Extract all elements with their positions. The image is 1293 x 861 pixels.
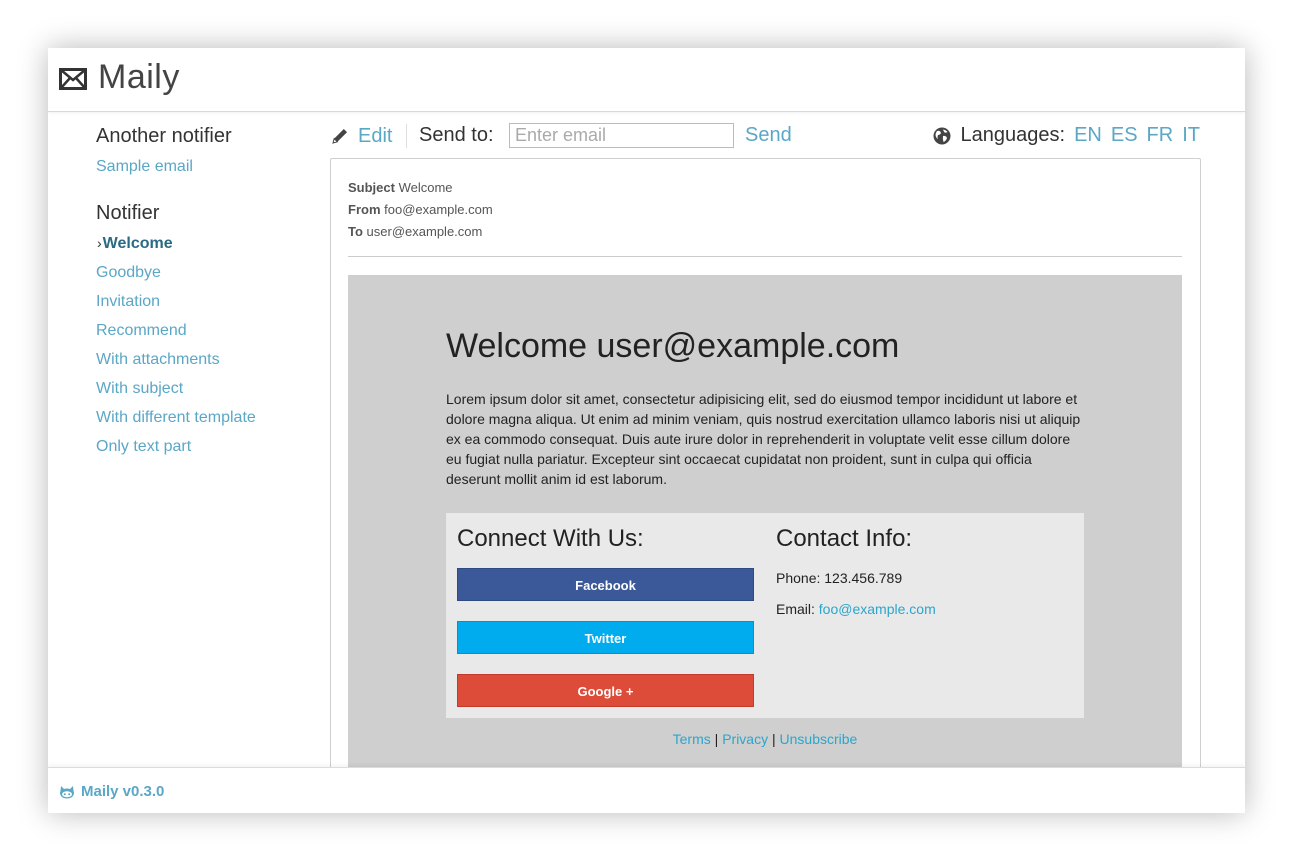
email-preview: Subject Welcome From foo@example.com To … — [330, 158, 1201, 813]
twitter-button[interactable]: Twitter — [457, 621, 754, 654]
pencil-icon — [332, 129, 347, 144]
contact-title: Contact Info: — [776, 525, 913, 552]
notifier-group: Notifier ›Welcome Goodbye Invitation Rec… — [96, 199, 326, 461]
email-footer: Terms | Privacy | Unsubscribe — [348, 731, 1182, 747]
sidebar-item-label: Welcome — [102, 235, 173, 252]
nav-list: Sample email — [96, 152, 326, 181]
chevron-right-icon: › — [97, 235, 102, 251]
email-body-text: Lorem ipsum dolor sit amet, consectetur … — [446, 391, 1081, 487]
group-title: Notifier — [96, 202, 160, 224]
language-switcher: Languages: EN ES FR IT — [932, 124, 1200, 147]
facebook-button[interactable]: Facebook — [457, 568, 754, 601]
google-plus-button[interactable]: Google + — [457, 674, 754, 707]
sidebar-item-welcome[interactable]: ›Welcome — [96, 229, 326, 258]
globe-icon — [933, 127, 951, 144]
unsubscribe-link[interactable]: Unsubscribe — [780, 731, 858, 747]
contact-email-link[interactable]: foo@example.com — [819, 601, 936, 617]
app-window: Maily Another notifier Sample email Noti… — [48, 48, 1245, 813]
sidebar-item-with-attachments[interactable]: With attachments — [96, 345, 326, 374]
app-header: Maily — [48, 48, 1245, 112]
app-logo-text[interactable]: Maily — [98, 58, 180, 97]
email-heading: Welcome user@example.com — [446, 327, 900, 365]
sidebar-item-invitation[interactable]: Invitation — [96, 287, 326, 316]
sidebar-item-sample-email[interactable]: Sample email — [96, 152, 326, 181]
toolbar: Edit Send to: Send Languages: EN ES FR I… — [330, 120, 1200, 152]
language-es[interactable]: ES — [1111, 124, 1138, 147]
footer-separator: | — [714, 731, 719, 747]
email-body-frame: Welcome user@example.com Lorem ipsum dol… — [348, 275, 1182, 813]
terms-link[interactable]: Terms — [673, 731, 711, 747]
subject-label: Subject — [348, 180, 395, 195]
from-value: foo@example.com — [384, 202, 493, 217]
subject-value: Welcome — [398, 180, 453, 195]
contact-phone: Phone: 123.456.789 — [776, 570, 903, 586]
language-fr[interactable]: FR — [1147, 124, 1174, 147]
send-to-label: Send to: — [419, 124, 494, 146]
app-footer: Maily v0.3.0 — [48, 767, 1245, 813]
subject-row: Subject Welcome — [348, 177, 493, 199]
language-it[interactable]: IT — [1182, 124, 1200, 147]
sidebar: Another notifier Sample email Notifier ›… — [96, 122, 326, 461]
toolbar-divider — [406, 124, 407, 148]
to-value: user@example.com — [366, 224, 483, 239]
sidebar-item-with-different-template[interactable]: With different template — [96, 403, 326, 432]
email-input[interactable] — [509, 123, 734, 148]
languages-label: Languages: — [960, 124, 1066, 146]
privacy-link[interactable]: Privacy — [722, 731, 768, 747]
edit-button[interactable]: Edit — [330, 122, 392, 150]
to-label: To — [348, 224, 363, 239]
sidebar-item-goodbye[interactable]: Goodbye — [96, 258, 326, 287]
envelope-icon — [59, 68, 87, 90]
edit-label: Edit — [358, 124, 393, 147]
sidebar-item-with-subject[interactable]: With subject — [96, 374, 326, 403]
from-label: From — [348, 202, 381, 217]
sidebar-item-only-text-part[interactable]: Only text part — [96, 432, 326, 461]
send-button[interactable]: Send — [745, 124, 792, 147]
footer-separator: | — [771, 731, 776, 747]
from-row: From foo@example.com — [348, 199, 493, 221]
nav-list: ›Welcome Goodbye Invitation Recommend Wi… — [96, 229, 326, 461]
octocat-icon — [60, 785, 74, 798]
to-row: To user@example.com — [348, 221, 493, 243]
headers-divider — [348, 256, 1182, 257]
social-panel: Connect With Us: Facebook Twitter Google… — [446, 513, 1084, 718]
sidebar-item-recommend[interactable]: Recommend — [96, 316, 326, 345]
version-label: Maily v0.3.0 — [81, 783, 165, 800]
language-en[interactable]: EN — [1074, 124, 1102, 147]
contact-email: Email: foo@example.com — [776, 601, 936, 617]
group-title: Another notifier — [96, 125, 232, 147]
contact-email-label: Email: — [776, 601, 815, 617]
version-link[interactable]: Maily v0.3.0 — [59, 783, 164, 800]
email-headers: Subject Welcome From foo@example.com To … — [348, 177, 493, 243]
connect-title: Connect With Us: — [457, 525, 644, 552]
notifier-group: Another notifier Sample email — [96, 122, 326, 181]
